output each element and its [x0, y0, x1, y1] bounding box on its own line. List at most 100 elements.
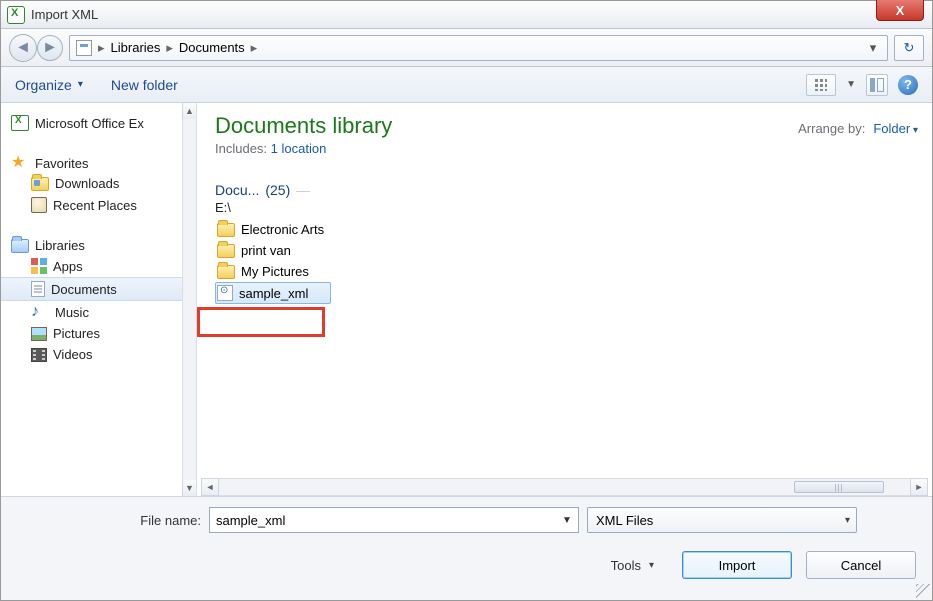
sidebar-item-label: Recent Places: [53, 198, 137, 213]
scroll-thumb[interactable]: [794, 481, 884, 493]
sidebar-scrollbar[interactable]: ▲ ▼: [182, 103, 196, 496]
group-heading[interactable]: Docu... (25) —: [215, 182, 918, 198]
scroll-left-button[interactable]: ◄: [201, 478, 219, 496]
filename-input[interactable]: [209, 507, 579, 533]
cancel-button[interactable]: Cancel: [806, 551, 916, 579]
breadcrumb-libraries[interactable]: Libraries: [111, 40, 161, 55]
music-icon: ♪: [31, 304, 49, 320]
chevron-right-icon: ▸: [249, 40, 260, 56]
filename-combo[interactable]: ▼: [209, 507, 579, 533]
help-icon: ?: [904, 77, 912, 92]
file-type-dropdown[interactable]: XML Files: [587, 507, 857, 533]
chevron-right-icon: ▸: [96, 40, 107, 56]
sidebar-item-music[interactable]: ♪ Music: [1, 301, 196, 323]
breadcrumb-dropdown[interactable]: ▾: [865, 40, 881, 56]
arrow-left-icon: ◄: [15, 39, 31, 57]
sidebar-group-libraries[interactable]: Libraries: [1, 232, 196, 255]
sidebar-item-downloads[interactable]: Downloads: [1, 173, 196, 194]
apps-icon: [31, 258, 47, 274]
sidebar-group-favorites[interactable]: ★ Favorites: [1, 149, 196, 173]
scroll-track[interactable]: [219, 478, 910, 496]
scroll-up-button[interactable]: ▲: [182, 103, 196, 119]
group-name: Docu...: [215, 182, 259, 198]
sidebar-item-label: Downloads: [55, 176, 119, 191]
resize-grip[interactable]: [916, 584, 930, 598]
help-button[interactable]: ?: [898, 75, 918, 95]
button-label: Cancel: [841, 558, 881, 573]
folder-icon: [217, 244, 235, 258]
horizontal-scrollbar[interactable]: ◄ ►: [201, 478, 928, 496]
includes-prefix: Includes:: [215, 141, 267, 156]
view-options-button[interactable]: [806, 74, 836, 96]
preview-pane-button[interactable]: [866, 74, 888, 96]
sidebar-item-label: Apps: [53, 259, 83, 274]
refresh-icon: ↻: [904, 40, 915, 56]
button-row: Tools Import Cancel: [15, 551, 916, 579]
arrange-by-dropdown[interactable]: Folder: [873, 121, 918, 136]
list-item[interactable]: My Pictures: [215, 261, 918, 282]
filename-row: File name: ▼ XML Files: [125, 507, 918, 533]
sidebar-group-label: Favorites: [35, 156, 88, 171]
videos-icon: [31, 348, 47, 362]
nav-back-button[interactable]: ◄: [9, 34, 37, 62]
new-folder-button[interactable]: New folder: [111, 77, 178, 93]
arrange-by: Arrange by: Folder: [798, 121, 918, 136]
toolbar-right: ▼ ?: [806, 74, 918, 96]
group-collapse-line: —: [296, 182, 310, 198]
window-title: Import XML: [31, 7, 98, 22]
breadcrumb-documents[interactable]: Documents: [179, 40, 245, 55]
file-label: Electronic Arts: [241, 222, 324, 237]
sidebar-item-label: Pictures: [53, 326, 100, 341]
filename-label: File name:: [125, 513, 201, 528]
file-label: My Pictures: [241, 264, 309, 279]
xml-file-icon: [217, 285, 233, 301]
excel-app-icon: [7, 6, 25, 24]
sidebar-item-recent-places[interactable]: Recent Places: [1, 194, 196, 216]
sidebar-item-documents[interactable]: Documents: [1, 277, 196, 301]
sidebar-item-pictures[interactable]: Pictures: [1, 323, 196, 344]
sidebar-item-office[interactable]: Microsoft Office Ex: [1, 111, 196, 135]
titlebar: Import XML X: [1, 1, 932, 29]
import-button[interactable]: Import: [682, 551, 792, 579]
breadcrumb-bar[interactable]: ▸ Libraries ▸ Documents ▸ ▾: [69, 35, 888, 61]
view-options-dropdown[interactable]: ▼: [846, 79, 856, 90]
button-label: Import: [719, 558, 756, 573]
dialog-body: Microsoft Office Ex ★ Favorites Download…: [1, 103, 932, 496]
address-bar-row: ◄ ► ▸ Libraries ▸ Documents ▸ ▾ ↻: [1, 29, 932, 67]
list-item[interactable]: print van: [215, 240, 918, 261]
drive-path: E:\: [215, 200, 918, 215]
sidebar: Microsoft Office Ex ★ Favorites Download…: [1, 103, 197, 496]
file-list-pane: Documents library Includes: 1 location A…: [197, 103, 932, 496]
sidebar-item-videos[interactable]: Videos: [1, 344, 196, 365]
pictures-icon: [31, 327, 47, 341]
refresh-button[interactable]: ↻: [894, 35, 924, 61]
chevron-right-icon: ▸: [164, 40, 175, 56]
recent-places-icon: [31, 197, 47, 213]
group-count: (25): [265, 182, 290, 198]
window-close-button[interactable]: X: [876, 0, 924, 21]
includes-link[interactable]: 1 location: [271, 141, 327, 156]
library-title: Documents library: [215, 113, 392, 139]
chevron-down-icon[interactable]: ▼: [559, 511, 575, 529]
sidebar-group-label: Libraries: [35, 238, 85, 253]
sidebar-item-label: Music: [55, 305, 89, 320]
nav-forward-button[interactable]: ►: [37, 35, 63, 61]
close-icon: X: [896, 3, 905, 18]
toolbar: Organize New folder ▼ ?: [1, 67, 932, 103]
library-includes: Includes: 1 location: [215, 141, 392, 156]
file-label: sample_xml: [239, 286, 308, 301]
sidebar-libraries-list: Apps Documents ♪ Music Pictures Videos: [1, 255, 196, 365]
file-type-label: XML Files: [596, 513, 653, 528]
file-list: Electronic Arts print van My Pictures sa…: [215, 219, 918, 304]
tools-menu[interactable]: Tools: [611, 558, 654, 573]
organize-menu[interactable]: Organize: [15, 77, 83, 93]
file-label: print van: [241, 243, 291, 258]
list-item[interactable]: Electronic Arts: [215, 219, 918, 240]
sidebar-item-apps[interactable]: Apps: [1, 255, 196, 277]
excel-icon: [11, 115, 29, 131]
folder-icon: [217, 223, 235, 237]
scroll-track[interactable]: [182, 119, 196, 480]
scroll-right-button[interactable]: ►: [910, 478, 928, 496]
scroll-down-button[interactable]: ▼: [182, 480, 196, 496]
list-item-selected[interactable]: sample_xml: [215, 282, 331, 304]
